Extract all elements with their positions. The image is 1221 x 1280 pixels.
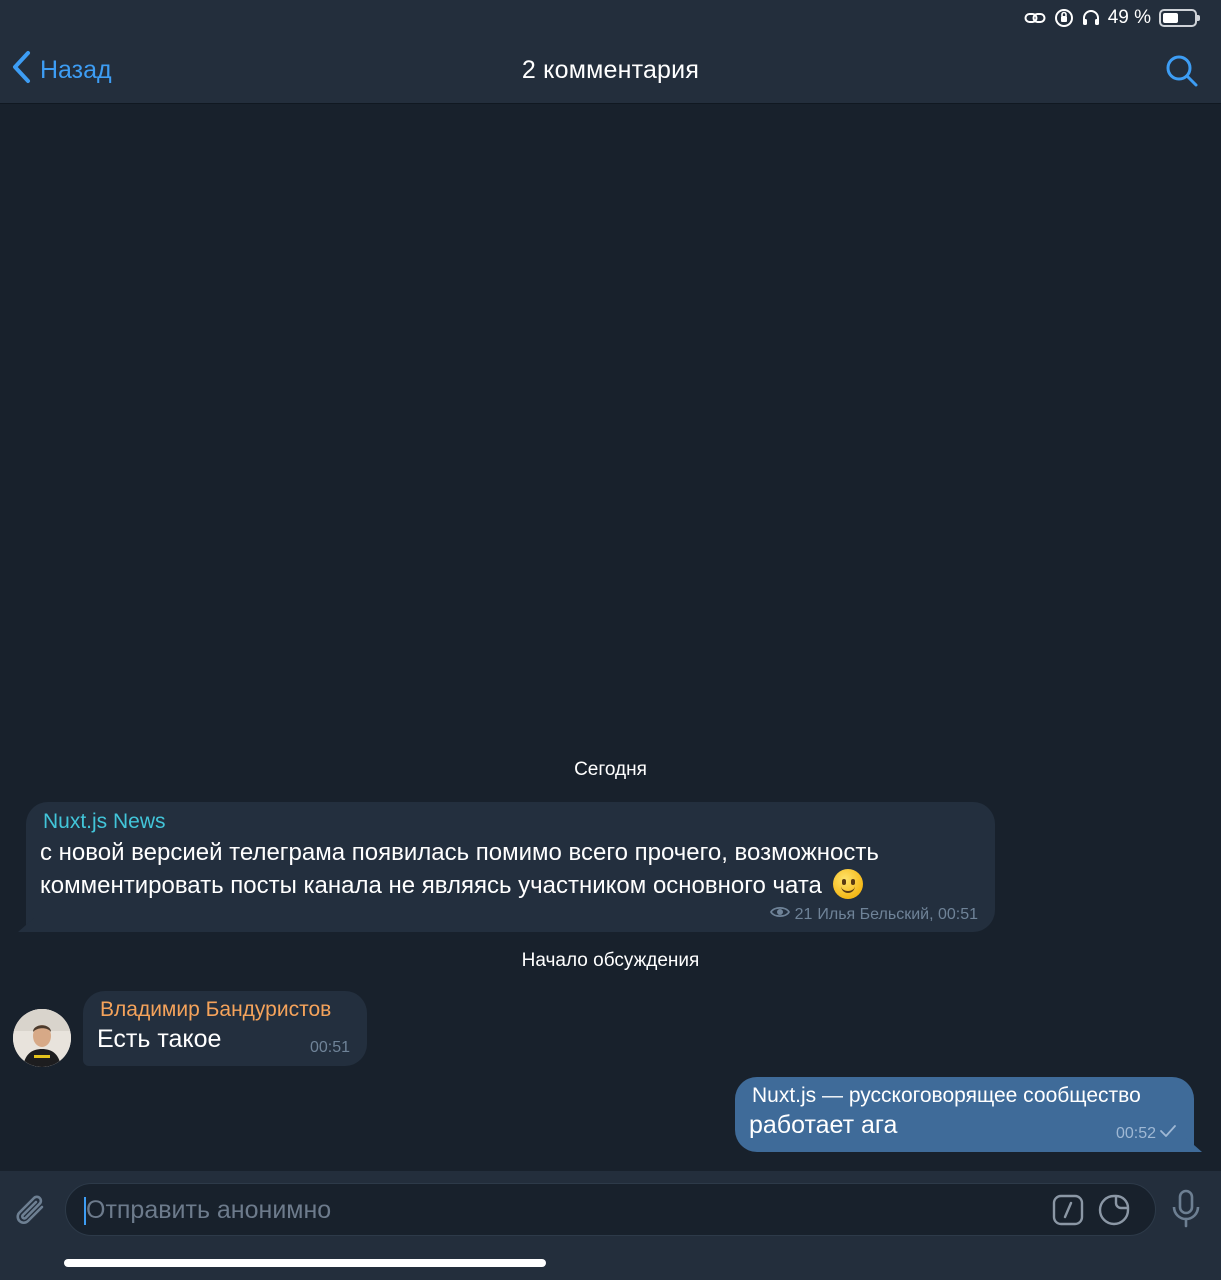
bubble-tail	[18, 918, 34, 932]
home-indicator	[64, 1259, 546, 1267]
status-bar: 49 %	[0, 0, 1221, 36]
incoming-message-bubble[interactable]: Владимир Бандуристов Есть такое 00:51	[83, 991, 367, 1066]
post-meta: 21 Илья Бельский, 00:51	[769, 905, 978, 924]
message-time: 00:52	[1115, 1124, 1156, 1142]
date-separator: Сегодня	[574, 759, 647, 780]
post-author[interactable]: Nuxt.js News	[43, 810, 166, 834]
bubble-tail	[1186, 1138, 1202, 1152]
sticker-icon	[1097, 1194, 1131, 1231]
message-input[interactable]: Отправить анонимно	[65, 1183, 1156, 1236]
attach-button[interactable]	[14, 1191, 50, 1236]
eye-icon	[769, 905, 790, 924]
message-input-bar: Отправить анонимно	[0, 1171, 1221, 1280]
message-time-status: 00:52	[1116, 1124, 1177, 1143]
sticker-button[interactable]	[1097, 1193, 1131, 1232]
post-signature-time: Илья Бельский, 00:51	[817, 905, 978, 923]
voice-message-button[interactable]	[1171, 1189, 1201, 1234]
channel-post-bubble[interactable]: Nuxt.js News с новой версией телеграма п…	[18, 802, 995, 932]
search-button[interactable]	[1165, 54, 1199, 93]
message-author[interactable]: Владимир Бандуристов	[100, 998, 331, 1022]
avatar[interactable]	[13, 1009, 71, 1067]
message-time: 00:51	[309, 1039, 350, 1056]
chat-header: Назад 2 комментария	[0, 36, 1221, 104]
message-author: Nuxt.js — русскоговорящее сообщество	[752, 1084, 1141, 1107]
status-indicators: 49 %	[1024, 6, 1200, 30]
mic-icon	[1171, 1189, 1201, 1233]
post-views: 21	[794, 905, 813, 923]
message-text: работает ага	[749, 1111, 898, 1139]
message-list[interactable]: Сегодня Nuxt.js News с новой версией тел…	[0, 105, 1221, 1171]
discussion-start-label: Начало обсуждения	[521, 950, 700, 971]
battery-fill	[1163, 13, 1178, 23]
battery-icon	[1159, 9, 1200, 27]
message-text: Есть такое	[97, 1025, 222, 1053]
orientation-lock-icon	[1054, 8, 1074, 28]
page-title: 2 комментария	[521, 56, 700, 84]
headphones-icon	[1082, 9, 1100, 27]
search-icon	[1165, 55, 1199, 92]
bot-command-button[interactable]	[1052, 1194, 1084, 1231]
link-icon	[1024, 10, 1046, 26]
bot-command-icon	[1052, 1194, 1084, 1230]
battery-text: 49 %	[1107, 7, 1151, 28]
attach-icon	[14, 1195, 50, 1235]
smile-emoji-icon	[832, 869, 863, 899]
post-text: с новой версией телеграма появилась поми…	[40, 839, 879, 899]
message-input-placeholder: Отправить анонимно	[86, 1196, 332, 1224]
post-text-block: с новой версией телеграма появилась поми…	[40, 836, 985, 902]
check-icon	[1159, 1124, 1177, 1143]
outgoing-message-bubble[interactable]: Nuxt.js — русскоговорящее сообщество раб…	[735, 1077, 1202, 1152]
